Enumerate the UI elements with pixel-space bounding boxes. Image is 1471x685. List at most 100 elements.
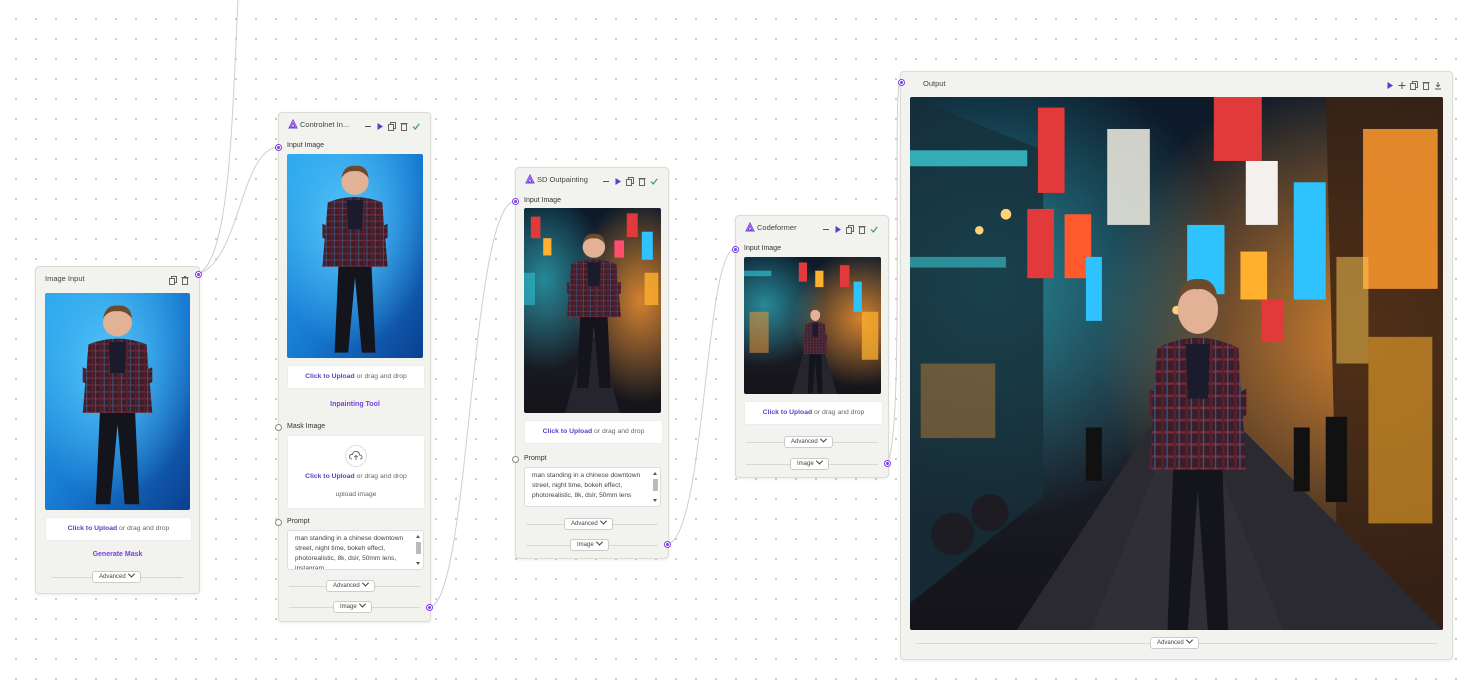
upload-dropzone[interactable]: Click to Upload or drag and drop [524, 420, 663, 444]
advanced-toggle[interactable]: Advanced [564, 517, 613, 530]
node-header-icons [602, 173, 658, 186]
trash-icon[interactable] [400, 118, 408, 131]
check-icon [650, 173, 658, 185]
chevron-down-icon [815, 457, 823, 465]
output-type-select[interactable]: Image [790, 457, 829, 470]
trash-icon[interactable] [858, 221, 866, 234]
copy-icon[interactable] [169, 272, 177, 285]
node-header-icons [822, 221, 878, 234]
minimize-icon[interactable] [822, 221, 830, 230]
prompt-label: Prompt [287, 518, 310, 525]
input-image-thumbnail[interactable] [524, 208, 661, 413]
output-port[interactable] [195, 271, 202, 278]
upload-link[interactable]: Click to Upload [543, 428, 592, 435]
input-image-port[interactable] [512, 198, 519, 205]
generate-mask-button[interactable]: Generate Mask [45, 551, 190, 558]
prompt-port[interactable] [275, 519, 282, 526]
upload-link[interactable]: Click to Upload [305, 473, 354, 480]
chevron-down-icon [361, 579, 369, 587]
minimize-icon[interactable] [602, 173, 610, 182]
upload-hint: or drag and drop [812, 409, 865, 416]
upload-link[interactable]: Click to Upload [763, 409, 812, 416]
node-header-icons [364, 118, 420, 131]
advanced-label: Advanced [571, 521, 598, 527]
upload-dropzone[interactable]: Click to Upload or drag and drop [744, 401, 883, 425]
trash-icon[interactable] [638, 173, 646, 186]
input-image-label: Input Image [287, 142, 324, 149]
prompt-text: man standing in a chinese downtown stree… [295, 535, 404, 570]
node-title: SD Outpainting [537, 175, 588, 184]
prompt-textarea[interactable]: man standing in a chinese downtown stree… [287, 530, 424, 570]
wire-controlnet-to-outpainting [429, 200, 516, 608]
node-header-icons [1386, 77, 1442, 90]
brand-logo-icon [745, 222, 755, 232]
input-image-thumbnail[interactable] [45, 293, 190, 510]
trash-icon[interactable] [1422, 77, 1430, 90]
input-image-port[interactable] [732, 246, 739, 253]
chevron-down-icon [599, 517, 607, 525]
node-title: Codeformer [757, 223, 797, 232]
input-image-port[interactable] [275, 144, 282, 151]
prompt-label: Prompt [524, 455, 547, 462]
output-port[interactable] [664, 541, 671, 548]
upload-cloud-icon [345, 445, 367, 467]
prompt-port[interactable] [512, 456, 519, 463]
advanced-toggle[interactable]: Advanced [92, 570, 141, 583]
output-type-select[interactable]: Image [333, 600, 372, 613]
mask-image-label: Mask Image [287, 423, 326, 430]
scrollbar[interactable] [652, 470, 659, 504]
input-image-thumbnail[interactable] [287, 154, 423, 358]
inpainting-tool-button[interactable]: Inpainting Tool [287, 401, 423, 408]
play-icon[interactable] [614, 173, 622, 185]
output-node[interactable]: Output Advanced [898, 71, 1453, 660]
chevron-down-icon [1185, 636, 1193, 644]
output-port[interactable] [426, 604, 433, 611]
wire-outpainting-to-codeformer [667, 248, 735, 545]
input-image-label: Input Image [744, 245, 781, 252]
upload-hint: or drag and drop [354, 473, 407, 480]
add-icon[interactable] [1398, 77, 1406, 89]
advanced-label: Advanced [99, 574, 126, 580]
chevron-down-icon [819, 435, 827, 443]
advanced-label: Advanced [1157, 640, 1184, 646]
play-icon[interactable] [1386, 77, 1394, 89]
image-input-node[interactable]: Image Input Click to Upload or drag and … [35, 266, 202, 594]
copy-icon[interactable] [388, 118, 396, 131]
upload-hint: or drag and drop [592, 428, 645, 435]
output-image[interactable] [910, 97, 1443, 630]
input-image-thumbnail[interactable] [744, 257, 881, 394]
mask-caption: upload image [335, 491, 377, 498]
advanced-toggle[interactable]: Advanced [326, 579, 375, 592]
upload-dropzone[interactable]: Click to Upload or drag and drop [287, 365, 425, 389]
play-icon[interactable] [834, 221, 842, 233]
controlnet-node[interactable]: Controlnet In... Input Image Click to Up… [275, 112, 433, 622]
upload-dropzone[interactable]: Click to Upload or drag and drop [45, 517, 192, 541]
input-port[interactable] [898, 79, 905, 86]
download-icon[interactable] [1434, 77, 1442, 90]
scrollbar[interactable] [415, 533, 422, 567]
check-icon [870, 221, 878, 233]
upload-link[interactable]: Click to Upload [305, 373, 354, 380]
upload-hint: or drag and drop [354, 373, 407, 380]
mask-image-port[interactable] [275, 424, 282, 431]
upload-link[interactable]: Click to Upload [68, 525, 117, 532]
advanced-toggle[interactable]: Advanced [1150, 636, 1199, 649]
play-icon[interactable] [376, 118, 384, 130]
trash-icon[interactable] [181, 272, 189, 285]
copy-icon[interactable] [1410, 77, 1418, 90]
node-title: Image Input [45, 274, 85, 283]
advanced-toggle[interactable]: Advanced [784, 435, 833, 448]
copy-icon[interactable] [626, 173, 634, 186]
output-port[interactable] [884, 460, 891, 467]
chevron-down-icon [595, 538, 603, 546]
wire-image-to-controlnet [197, 146, 279, 275]
minimize-icon[interactable] [364, 118, 372, 127]
output-type-select[interactable]: Image [570, 538, 609, 551]
copy-icon[interactable] [846, 221, 854, 234]
codeformer-node[interactable]: Codeformer Input Image Click to Upload o… [732, 215, 891, 478]
prompt-text: man standing in a chinese downtown stree… [532, 472, 641, 499]
sd-outpainting-node[interactable]: SD Outpainting Input Image Click to Uplo… [512, 167, 671, 559]
node-title: Output [923, 79, 946, 88]
prompt-textarea[interactable]: man standing in a chinese downtown stree… [524, 467, 661, 507]
mask-dropzone[interactable]: Click to Upload or drag and drop upload … [287, 435, 425, 509]
